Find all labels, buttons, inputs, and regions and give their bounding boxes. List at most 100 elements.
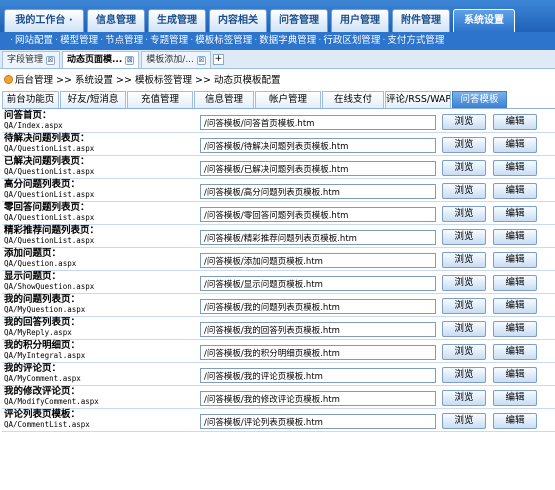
template-row: 精彩推荐问题列表页：QA/QuestionList.aspx 浏览编辑: [2, 225, 555, 248]
edit-button[interactable]: 编辑: [493, 252, 537, 268]
top-tab-4[interactable]: 问答管理: [270, 9, 328, 32]
browse-button[interactable]: 浏览: [442, 183, 486, 199]
row-label: 我的修改评论页： QA/ModifyComment.aspx: [4, 387, 199, 407]
template-path-input[interactable]: [200, 230, 436, 245]
browse-button[interactable]: 浏览: [442, 114, 486, 130]
row-page-path: QA/ShowQuestion.aspx: [4, 282, 95, 291]
browse-button[interactable]: 浏览: [442, 137, 486, 153]
row-page-path: QA/MyComment.aspx: [4, 374, 81, 383]
edit-button[interactable]: 编辑: [493, 183, 537, 199]
home-icon: [4, 75, 13, 84]
row-label: 高分问题列表页： QA/QuestionList.aspx: [4, 180, 199, 200]
row-label: 精彩推荐问题列表页： QA/QuestionList.aspx: [4, 226, 199, 246]
window-tab-label: 字段管理: [7, 55, 44, 65]
template-path-input[interactable]: [200, 276, 436, 291]
browse-button[interactable]: 浏览: [442, 367, 486, 383]
browse-button[interactable]: 浏览: [442, 298, 486, 314]
top-tab-1[interactable]: 信息管理: [87, 9, 145, 32]
subnav-item-0[interactable]: 网站配置: [15, 35, 53, 46]
module-tab-6[interactable]: 评论/RSS/WAP: [385, 91, 451, 108]
template-row: 我的回答列表页：QA/MyReply.aspx 浏览编辑: [2, 317, 555, 340]
template-path-input[interactable]: [200, 391, 436, 406]
top-tab-7[interactable]: 系统设置: [453, 9, 515, 32]
module-tab-3[interactable]: 信息管理: [194, 91, 254, 108]
browse-button[interactable]: 浏览: [442, 160, 486, 176]
close-icon[interactable]: ⊠: [196, 55, 206, 65]
module-tab-0[interactable]: 前台功能页: [2, 91, 59, 108]
subnav-item-1[interactable]: 模型管理: [60, 35, 98, 46]
close-icon[interactable]: ⊠: [125, 55, 135, 65]
browse-button[interactable]: 浏览: [442, 206, 486, 222]
row-page-path: QA/QuestionList.aspx: [4, 236, 95, 245]
module-tab-7[interactable]: 问答模板: [452, 91, 507, 108]
top-tab-3[interactable]: 内容相关: [209, 9, 267, 32]
edit-button[interactable]: 编辑: [493, 413, 537, 429]
edit-button[interactable]: 编辑: [493, 344, 537, 360]
template-path-input[interactable]: [200, 115, 436, 130]
template-path-input[interactable]: [200, 138, 436, 153]
module-tab-5[interactable]: 在线支付: [322, 91, 384, 108]
module-tab-4[interactable]: 帐户管理: [255, 91, 321, 108]
edit-button[interactable]: 编辑: [493, 160, 537, 176]
template-path-input[interactable]: [200, 414, 436, 429]
template-path-input[interactable]: [200, 322, 436, 337]
edit-button[interactable]: 编辑: [493, 229, 537, 245]
top-tab-5[interactable]: 用户管理: [331, 9, 389, 32]
row-title: 待解决问题列表页：: [4, 133, 90, 144]
add-tab-icon[interactable]: +: [212, 54, 224, 65]
edit-button[interactable]: 编辑: [493, 321, 537, 337]
browse-button[interactable]: 浏览: [442, 344, 486, 360]
row-page-path: QA/CommentList.aspx: [4, 420, 90, 429]
close-icon[interactable]: ⊠: [46, 55, 56, 65]
row-page-path: QA/QuestionList.aspx: [4, 167, 95, 176]
edit-button[interactable]: 编辑: [493, 275, 537, 291]
row-title: 精彩推荐问题列表页：: [4, 225, 100, 236]
breadcrumb-item-0[interactable]: 后台管理: [15, 75, 53, 86]
template-row: 待解决问题列表页：QA/QuestionList.aspx 浏览编辑: [2, 133, 555, 156]
subnav-item-5[interactable]: 数据字典管理: [259, 35, 316, 46]
window-tab-2[interactable]: 模板添加/... ⊠: [141, 51, 211, 68]
top-tab-2[interactable]: 生成管理: [148, 9, 206, 32]
browse-button[interactable]: 浏览: [442, 229, 486, 245]
window-tab-0[interactable]: 字段管理 ⊠: [2, 51, 61, 68]
template-path-input[interactable]: [200, 253, 436, 268]
edit-button[interactable]: 编辑: [493, 367, 537, 383]
breadcrumb-item-1[interactable]: 系统设置: [75, 75, 113, 86]
top-tab-6[interactable]: 附件管理: [392, 9, 450, 32]
row-title: 零回答问题列表页：: [4, 202, 90, 213]
edit-button[interactable]: 编辑: [493, 137, 537, 153]
top-tab-0[interactable]: 我的工作台 ·: [4, 9, 84, 32]
row-label: 我的积分明细页： QA/MyIntegral.aspx: [4, 341, 199, 361]
template-path-input[interactable]: [200, 184, 436, 199]
module-tab-2[interactable]: 充值管理: [127, 91, 193, 108]
row-title: 我的评论页：: [4, 363, 62, 374]
subnav-item-7[interactable]: 支付方式管理: [387, 35, 444, 46]
window-tab-1[interactable]: 动态页面模... ⊠: [62, 51, 140, 68]
edit-button[interactable]: 编辑: [493, 114, 537, 130]
subnav-item-4[interactable]: 模板标签管理: [195, 35, 252, 46]
template-path-input[interactable]: [200, 368, 436, 383]
template-path-input[interactable]: [200, 299, 436, 314]
template-path-input[interactable]: [200, 345, 436, 360]
browse-button[interactable]: 浏览: [442, 390, 486, 406]
row-page-path: QA/MyIntegral.aspx: [4, 351, 86, 360]
module-tab-1[interactable]: 好友/短消息: [60, 91, 126, 108]
browse-button[interactable]: 浏览: [442, 252, 486, 268]
template-path-input[interactable]: [200, 161, 436, 176]
row-title: 问答首页：: [4, 110, 52, 121]
edit-button[interactable]: 编辑: [493, 390, 537, 406]
row-page-path: QA/MyReply.aspx: [4, 328, 72, 337]
template-row: 已解决问题列表页：QA/QuestionList.aspx 浏览编辑: [2, 156, 555, 179]
breadcrumb-item-2[interactable]: 模板标签管理: [135, 75, 192, 86]
subnav-item-2[interactable]: 节点管理: [105, 35, 143, 46]
subnav-item-3[interactable]: 专题管理: [150, 35, 188, 46]
edit-button[interactable]: 编辑: [493, 206, 537, 222]
top-nav-tabs: 我的工作台 · 信息管理 生成管理 内容相关 问答管理 用户管理 附件管理 系统设置: [4, 9, 515, 32]
template-form-table: 问答首页：QA/Index.aspx浏览编辑待解决问题列表页：QA/Questi…: [2, 110, 555, 432]
subnav-item-6[interactable]: 行政区划管理: [323, 35, 380, 46]
template-path-input[interactable]: [200, 207, 436, 222]
browse-button[interactable]: 浏览: [442, 413, 486, 429]
browse-button[interactable]: 浏览: [442, 275, 486, 291]
browse-button[interactable]: 浏览: [442, 321, 486, 337]
edit-button[interactable]: 编辑: [493, 298, 537, 314]
